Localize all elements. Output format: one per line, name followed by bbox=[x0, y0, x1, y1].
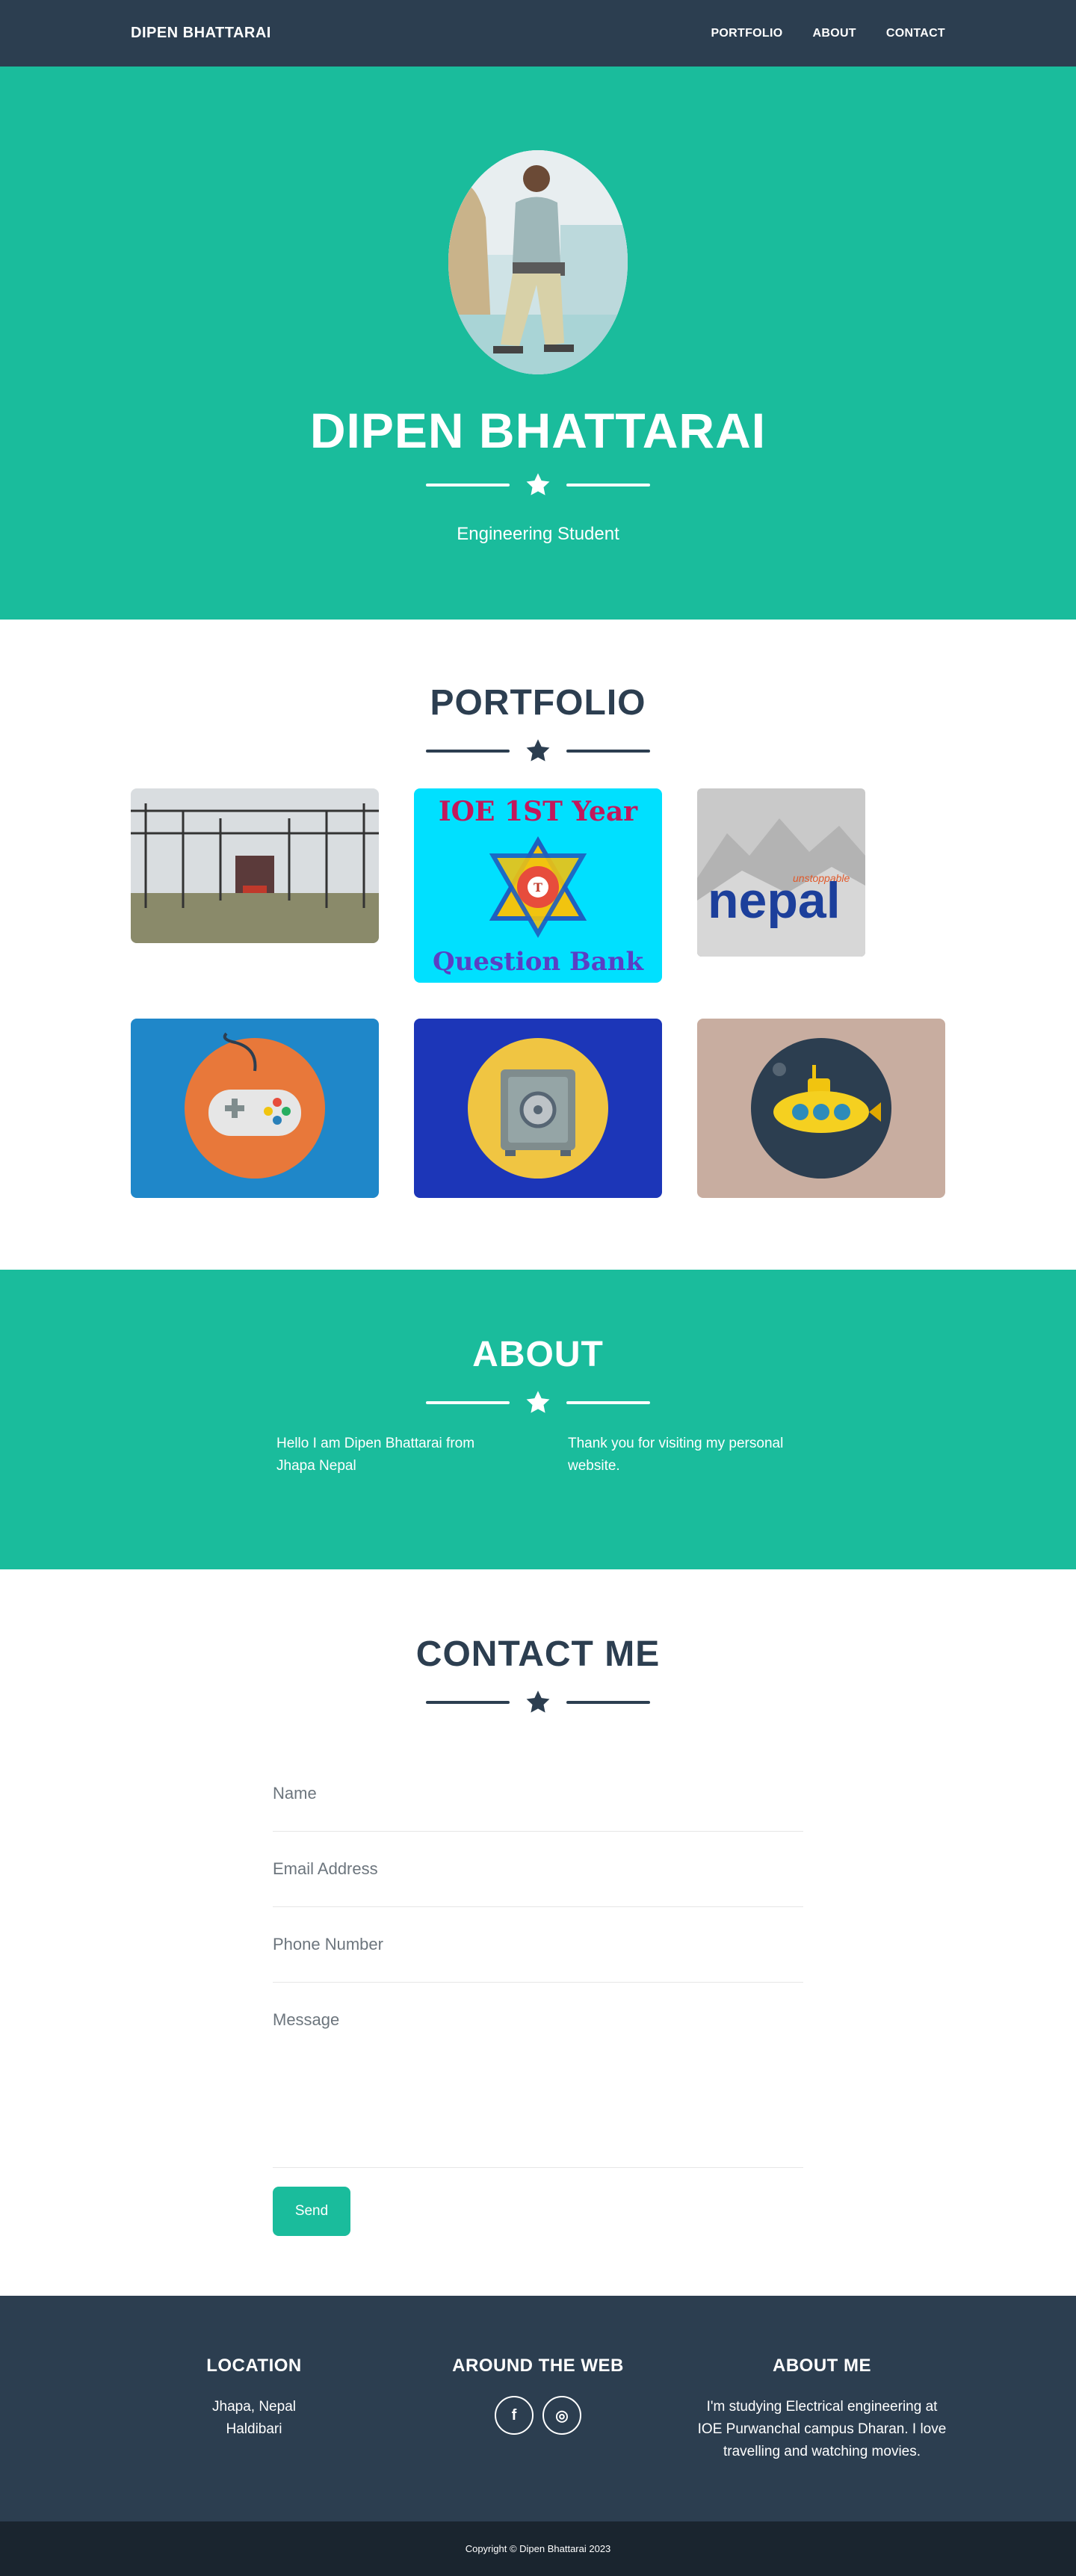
footer-about-text: I'm studying Electrical engineering at I… bbox=[697, 2399, 947, 2459]
nav-links: PORTFOLIO ABOUT CONTACT bbox=[711, 27, 945, 40]
svg-text:T: T bbox=[534, 880, 542, 895]
tile-heading: IOE 1ST Year bbox=[438, 796, 638, 827]
contact-form: Send bbox=[273, 1756, 803, 2236]
about-text-right: Thank you for visiting my personal websi… bbox=[568, 1436, 784, 1474]
about-section: ABOUT Hello I am Dipen Bhattarai from Jh… bbox=[0, 1270, 1076, 1569]
social-links: f ◎ bbox=[396, 2396, 680, 2435]
portfolio-item-question-bank[interactable]: IOE 1ST Year T Question Bank bbox=[414, 788, 662, 983]
star-icon bbox=[526, 1690, 550, 1713]
portfolio-item-safe[interactable] bbox=[414, 1019, 662, 1198]
phone-input[interactable] bbox=[273, 1907, 803, 1982]
divider bbox=[0, 738, 1076, 765]
nepal-wordmark: nepal bbox=[708, 872, 841, 929]
footer-location-title: LOCATION bbox=[206, 2356, 302, 2376]
brand-link[interactable]: DIPEN BHATTARAI bbox=[131, 25, 271, 42]
divider bbox=[0, 1389, 1076, 1416]
portfolio-item-game-controller[interactable] bbox=[131, 1019, 379, 1198]
about-title: ABOUT bbox=[472, 1335, 604, 1374]
footer-location: LOCATION Jhapa, Nepal Haldibari bbox=[112, 2356, 396, 2521]
avatar bbox=[448, 150, 628, 374]
copyright-bar: Copyright © Dipen Bhattarai 2023 bbox=[0, 2521, 1076, 2576]
name-field-wrapper bbox=[273, 1756, 803, 1832]
message-field-wrapper bbox=[273, 1983, 803, 2168]
footer-web-title: AROUND THE WEB bbox=[452, 2356, 624, 2376]
copyright-text: Copyright © Dipen Bhattarai 2023 bbox=[465, 2543, 611, 2554]
nav-link-portfolio[interactable]: PORTFOLIO bbox=[711, 27, 782, 40]
footer: LOCATION Jhapa, Nepal Haldibari AROUND T… bbox=[0, 2296, 1076, 2521]
nav-link-about[interactable]: ABOUT bbox=[812, 27, 856, 40]
portfolio-grid: IOE 1ST Year T Question Bank unstoppable… bbox=[131, 788, 945, 1198]
about-text-left: Hello I am Dipen Bhattarai from Jhapa Ne… bbox=[276, 1436, 475, 1474]
portfolio-title: PORTFOLIO bbox=[430, 683, 646, 723]
navbar: DIPEN BHATTARAI PORTFOLIO ABOUT CONTACT bbox=[0, 0, 1076, 67]
masthead-subtitle: Engineering Student bbox=[457, 524, 619, 544]
masthead-title: DIPEN BHATTARAI bbox=[309, 403, 767, 458]
star-icon bbox=[526, 473, 550, 495]
footer-location-line1: Jhapa, Nepal bbox=[212, 2399, 296, 2415]
portfolio-item-nepal[interactable]: unstoppable nepal bbox=[697, 788, 865, 957]
footer-about: ABOUT ME I'm studying Electrical enginee… bbox=[680, 2356, 964, 2521]
about-columns: Hello I am Dipen Bhattarai from Jhapa Ne… bbox=[276, 1433, 800, 1477]
footer-about-title: ABOUT ME bbox=[773, 2356, 871, 2376]
contact-section: CONTACT ME Send bbox=[0, 1569, 1076, 2296]
email-field-wrapper bbox=[273, 1832, 803, 1907]
footer-social: AROUND THE WEB f ◎ bbox=[396, 2356, 680, 2521]
ioe-emblem-icon: T bbox=[489, 835, 587, 939]
nav-link-contact[interactable]: CONTACT bbox=[886, 27, 945, 40]
email-input[interactable] bbox=[273, 1832, 803, 1906]
portfolio-item-submarine[interactable] bbox=[697, 1019, 945, 1198]
contact-title: CONTACT ME bbox=[415, 1634, 661, 1674]
message-textarea[interactable] bbox=[273, 1983, 803, 2163]
portfolio-item-substation[interactable] bbox=[131, 788, 379, 943]
phone-field-wrapper bbox=[273, 1907, 803, 1983]
masthead: DIPEN BHATTARAI Engineering Student bbox=[0, 67, 1076, 620]
divider bbox=[0, 1689, 1076, 1716]
divider bbox=[426, 472, 650, 498]
tile-subheading: Question Bank bbox=[432, 947, 643, 977]
portfolio-section: PORTFOLIO IOE 1ST Year T Question Bank u… bbox=[0, 620, 1076, 1270]
star-icon bbox=[526, 739, 550, 762]
footer-location-line2: Haldibari bbox=[226, 2421, 282, 2437]
send-button[interactable]: Send bbox=[273, 2187, 350, 2236]
facebook-icon[interactable]: f bbox=[495, 2396, 534, 2435]
star-icon bbox=[526, 1391, 550, 1413]
instagram-icon[interactable]: ◎ bbox=[542, 2396, 581, 2435]
name-input[interactable] bbox=[273, 1756, 803, 1831]
